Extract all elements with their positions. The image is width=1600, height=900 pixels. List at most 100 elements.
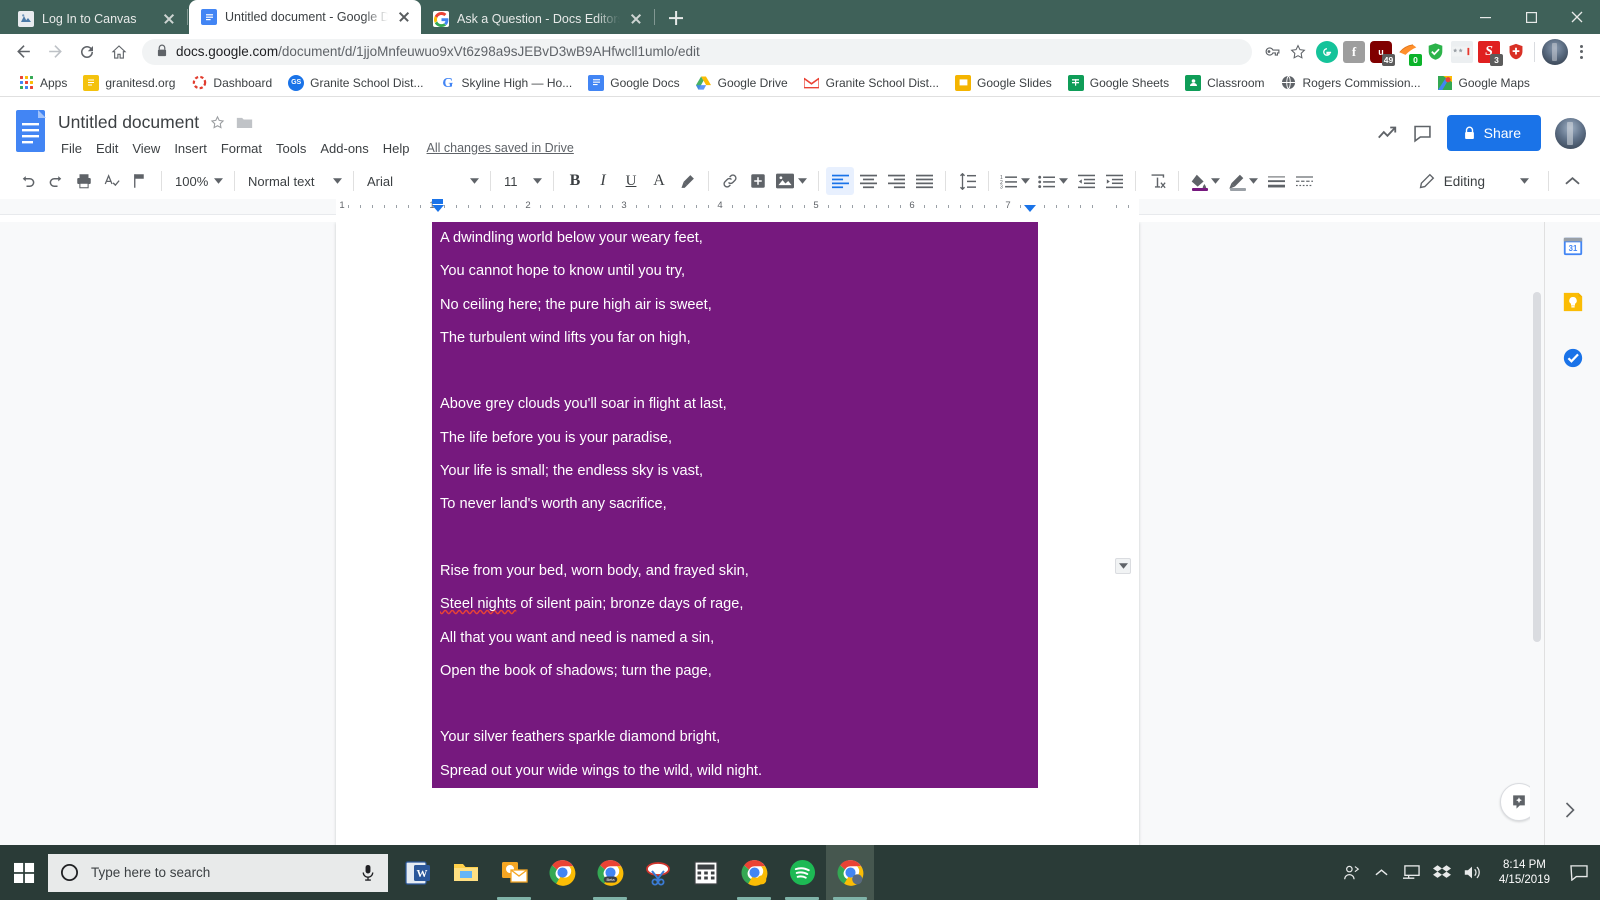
taskbar-spotify[interactable]	[778, 845, 826, 900]
menu-add-ons[interactable]: Add-ons	[313, 138, 375, 159]
insert-image-dropdown[interactable]	[772, 167, 811, 195]
windows-start-icon[interactable]	[0, 845, 48, 900]
menu-format[interactable]: Format	[214, 138, 269, 159]
document-line[interactable]: Rise from your bed, worn body, and fraye…	[432, 555, 1038, 588]
align-left-icon[interactable]	[826, 167, 854, 195]
document-line[interactable]: Spread out your wide wings to the wild, …	[432, 755, 1038, 788]
italic-button[interactable]: I	[589, 167, 617, 195]
save-state-label[interactable]: All changes saved in Drive	[427, 141, 574, 155]
misspelled-word[interactable]: Steel nights	[440, 596, 516, 612]
chevron-up-icon[interactable]	[1558, 167, 1586, 195]
menu-tools[interactable]: Tools	[269, 138, 313, 159]
taskbar-google-chrome[interactable]	[538, 845, 586, 900]
google-keep-icon[interactable]	[1561, 290, 1585, 314]
browser-tab-1[interactable]: Untitled document - Google Doc	[189, 0, 421, 34]
left-indent-marker[interactable]	[432, 199, 443, 204]
extension-s-extension[interactable]: S 3	[1478, 40, 1503, 66]
password-key-icon[interactable]	[1260, 40, 1284, 64]
zoom-dropdown[interactable]: 100%	[169, 167, 227, 195]
network-monitor-icon[interactable]	[1397, 845, 1427, 900]
line-spacing-icon[interactable]	[953, 167, 981, 195]
google-tasks-icon[interactable]	[1561, 346, 1585, 370]
volume-icon[interactable]	[1457, 845, 1487, 900]
reload-button[interactable]	[72, 37, 102, 67]
taskbar-microsoft-outlook[interactable]	[490, 845, 538, 900]
tab-close-icon[interactable]	[628, 11, 644, 27]
extension-avast-online-security[interactable]	[1424, 41, 1446, 63]
document-line[interactable]: The life before you is your paradise,	[432, 422, 1038, 455]
highlighted-text-block[interactable]: A dwindling world below your weary feet,…	[432, 222, 1038, 789]
document-scrollbar-track[interactable]	[1530, 222, 1543, 845]
menu-file[interactable]: File	[54, 138, 89, 159]
print-icon[interactable]	[70, 167, 98, 195]
extension-readwrite[interactable]: f	[1343, 40, 1365, 63]
document-line[interactable]: Your life is small; the endless sky is v…	[432, 455, 1038, 488]
document-line[interactable]: The turbulent wind lifts you far on high…	[432, 322, 1038, 355]
new-tab-button[interactable]	[662, 4, 690, 32]
font-family-dropdown[interactable]: Arial	[361, 167, 483, 195]
microphone-icon[interactable]	[360, 864, 376, 881]
share-button[interactable]: Share	[1446, 115, 1541, 151]
font-size-dropdown[interactable]: 11	[498, 167, 546, 195]
extension-rating-stars[interactable]	[1451, 40, 1473, 63]
increase-indent-icon[interactable]	[1100, 167, 1128, 195]
tab-close-icon[interactable]	[161, 11, 177, 27]
document-line[interactable]: Your silver feathers sparkle diamond bri…	[432, 721, 1038, 754]
redo-icon[interactable]	[42, 167, 70, 195]
chrome-menu-button[interactable]	[1570, 39, 1592, 65]
border-color-dropdown[interactable]	[1224, 167, 1262, 195]
underline-button[interactable]: U	[617, 167, 645, 195]
extension-security-shield[interactable]	[1505, 41, 1527, 63]
taskbar-search-input[interactable]: Type here to search	[48, 853, 388, 892]
bookmark-granitesd-org[interactable]: granitesd.org	[75, 72, 183, 94]
first-line-indent-marker[interactable]	[432, 205, 444, 212]
taskbar-file-explorer[interactable]	[442, 845, 490, 900]
document-line[interactable]: Steel nights of silent pain; bronze days…	[432, 588, 1038, 621]
profile-avatar[interactable]	[1542, 38, 1568, 65]
document-blank-line[interactable]	[432, 355, 1038, 388]
document-blank-line[interactable]	[432, 688, 1038, 721]
document-line[interactable]: No ceiling here; the pure high air is sw…	[432, 289, 1038, 322]
account-avatar[interactable]	[1555, 117, 1586, 149]
document-ruler[interactable]: 12345671	[336, 199, 1139, 215]
bookmark-google-sheets[interactable]: Google Sheets	[1060, 72, 1177, 94]
google-docs-logo[interactable]	[14, 109, 48, 153]
text-color-button[interactable]: A	[645, 167, 673, 195]
browser-tab-0[interactable]: Log In to Canvas	[6, 4, 186, 34]
taskbar-calculator[interactable]	[682, 845, 730, 900]
taskbar-clock[interactable]: 8:14 PM 4/15/2019	[1487, 858, 1562, 888]
align-right-icon[interactable]	[882, 167, 910, 195]
star-icon[interactable]	[209, 114, 226, 131]
menu-help[interactable]: Help	[376, 138, 417, 159]
google-calendar-icon[interactable]: 31	[1561, 234, 1585, 258]
document-body[interactable]: A dwindling world below your weary feet,…	[336, 222, 1139, 789]
extension-honey[interactable]: 0	[1397, 41, 1422, 66]
move-to-folder-icon[interactable]	[236, 115, 253, 130]
comment-icon[interactable]	[1412, 123, 1433, 144]
taskbar-microsoft-word[interactable]: W	[394, 845, 442, 900]
taskbar-chrome-beta[interactable]: Beta	[586, 845, 634, 900]
bookmark-granite-school-district[interactable]: GS Granite School Dist...	[280, 72, 431, 94]
document-line[interactable]: Open the book of shadows; turn the page,	[432, 655, 1038, 688]
highlight-pen-icon[interactable]	[673, 167, 701, 195]
document-title[interactable]: Untitled document	[58, 112, 199, 133]
taskbar-snipping-tool[interactable]	[634, 845, 682, 900]
undo-icon[interactable]	[14, 167, 42, 195]
menu-edit[interactable]: Edit	[89, 138, 125, 159]
bookmark-classroom[interactable]: Classroom	[1177, 72, 1272, 94]
close-window-button[interactable]	[1554, 0, 1600, 34]
paragraph-style-dropdown[interactable]: Normal text	[242, 167, 346, 195]
align-justify-icon[interactable]	[910, 167, 938, 195]
taskbar-chrome-active-window[interactable]	[826, 845, 874, 900]
people-icon[interactable]	[1337, 845, 1367, 900]
dropbox-icon[interactable]	[1427, 845, 1457, 900]
link-icon[interactable]	[716, 167, 744, 195]
editing-mode-button[interactable]: Editing	[1410, 169, 1539, 194]
fill-color-dropdown[interactable]	[1186, 167, 1224, 195]
bookmark-apps[interactable]: Apps	[10, 72, 75, 94]
menu-insert[interactable]: Insert	[167, 138, 214, 159]
address-bar[interactable]: docs.google.com/document/d/1jjoMnfeuwuo9…	[142, 38, 1252, 65]
bookmark-google-drive[interactable]: Google Drive	[688, 72, 796, 94]
paint-format-icon[interactable]	[126, 167, 154, 195]
tab-close-icon[interactable]	[396, 9, 412, 25]
